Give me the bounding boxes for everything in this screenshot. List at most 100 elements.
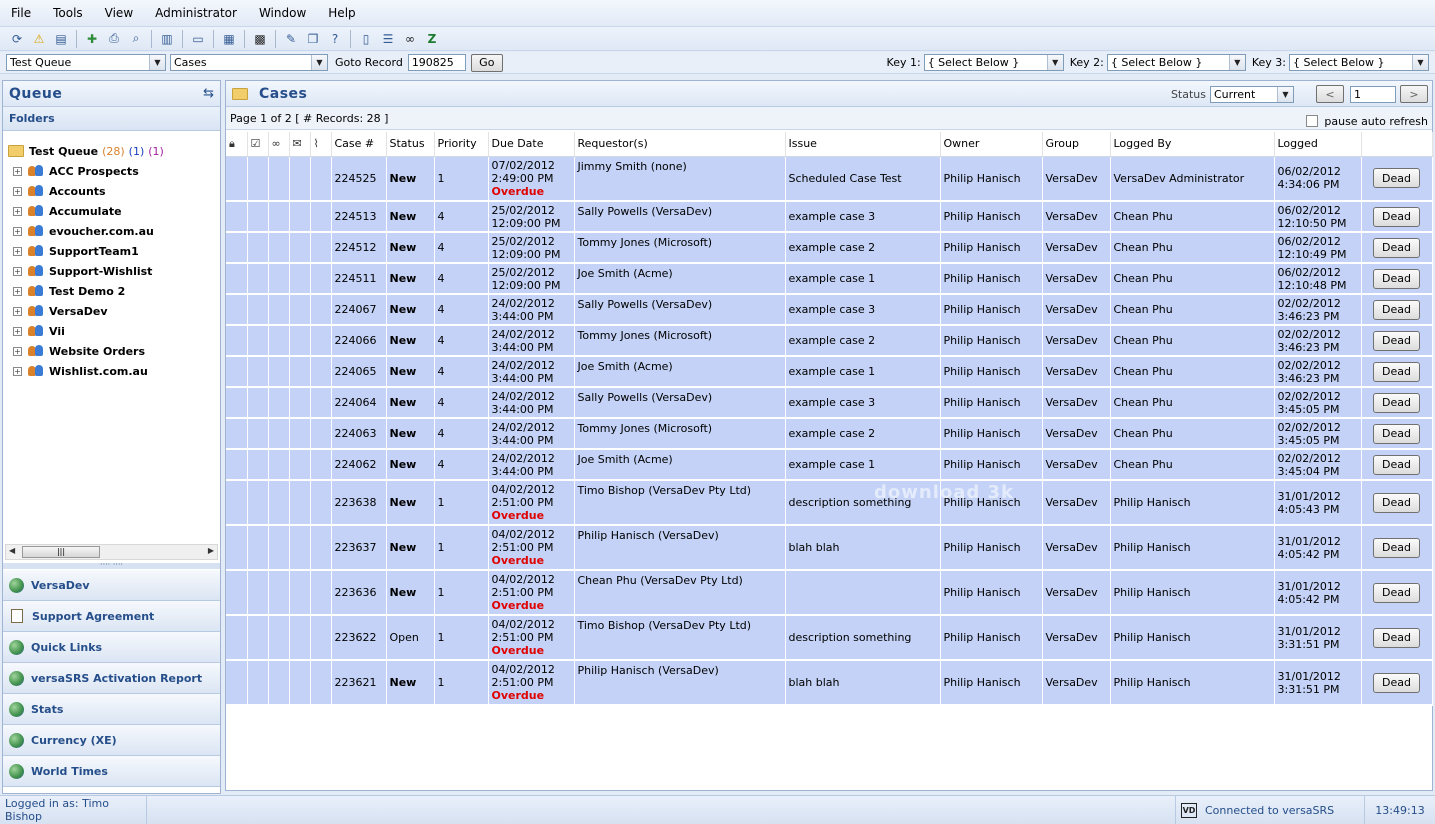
nav-button[interactable]: VersaDev <box>3 570 220 601</box>
nav-button[interactable]: Stats <box>3 694 220 725</box>
nav-button[interactable]: World Times <box>3 756 220 787</box>
print-preview-icon[interactable]: ⌕ <box>127 30 145 48</box>
table-row[interactable]: 224066 New 4 24/02/2012 3:44:00 PM Tommy Jone… <box>226 325 1433 357</box>
nav-button[interactable]: Support Agreement <box>3 601 220 632</box>
column-header-priority[interactable]: Priority <box>434 132 489 157</box>
case-number[interactable]: 223638 <box>331 480 387 526</box>
case-number[interactable]: 224065 <box>331 356 387 388</box>
print-icon[interactable]: ⎙ <box>105 30 123 48</box>
nav-button[interactable]: Currency (XE) <box>3 725 220 756</box>
column-header-owner[interactable]: Owner <box>940 132 1043 157</box>
grid-icon[interactable]: ▦ <box>220 30 238 48</box>
dead-button[interactable]: Dead <box>1373 330 1420 351</box>
tree-item[interactable]: + ACC Prospects <box>3 161 220 181</box>
expand-icon[interactable]: + <box>13 306 22 316</box>
add-case-icon[interactable]: ✚ <box>83 30 101 48</box>
table-row[interactable]: 224511 New 4 25/02/2012 12:09:00 PM Joe Smith… <box>226 263 1433 295</box>
document-icon[interactable]: ▤ <box>52 30 70 48</box>
table-row[interactable]: 224067 New 4 24/02/2012 3:44:00 PM Sally Powe… <box>226 294 1433 326</box>
dead-button[interactable]: Dead <box>1373 268 1420 289</box>
key3-select[interactable]: { Select Below } ▼ <box>1289 54 1429 71</box>
check-column-header[interactable]: ☑ <box>247 132 269 157</box>
expand-icon[interactable]: + <box>13 226 22 236</box>
case-number[interactable]: 224525 <box>331 156 387 202</box>
dead-button[interactable]: Dead <box>1373 627 1420 648</box>
list-icon[interactable]: ☰ <box>379 30 397 48</box>
dead-button[interactable]: Dead <box>1373 237 1420 258</box>
dead-button[interactable]: Dead <box>1373 582 1420 603</box>
dead-button[interactable]: Dead <box>1373 492 1420 513</box>
tree-root-test-queue[interactable]: Test Queue (28) (1) (1) <box>3 141 220 161</box>
panel-splitter[interactable]: ···· ···· <box>3 561 220 569</box>
pause-refresh-checkbox[interactable] <box>1306 115 1319 127</box>
table-row[interactable]: 224065 New 4 24/02/2012 3:44:00 PM Joe Smith … <box>226 356 1433 388</box>
excel-icon[interactable]: Z <box>423 30 441 48</box>
column-header-group[interactable]: Group <box>1042 132 1111 157</box>
chevron-down-icon[interactable]: ▼ <box>311 55 327 70</box>
expand-icon[interactable]: + <box>13 326 22 336</box>
menu-tools[interactable]: Tools <box>46 6 90 20</box>
expand-icon[interactable]: + <box>13 266 22 276</box>
column-header-case[interactable]: Case # <box>331 132 387 157</box>
column-header-due-date[interactable]: Due Date <box>488 132 575 157</box>
queue-select[interactable]: Test Queue ▼ <box>6 54 166 71</box>
case-number[interactable]: 224511 <box>331 263 387 295</box>
table-row[interactable]: 223636 New 1 04/02/2012 2:51:00 PM Overdue Che… <box>226 570 1433 616</box>
tree-item[interactable]: + Support-Wishlist <box>3 261 220 281</box>
expand-icon[interactable]: + <box>13 166 22 176</box>
book-icon[interactable]: ▥ <box>158 30 176 48</box>
dead-button[interactable]: Dead <box>1373 454 1420 475</box>
column-header-requestor[interactable]: Requestor(s) <box>574 132 786 157</box>
folders-header[interactable]: Folders <box>3 107 220 131</box>
expand-icon[interactable]: + <box>13 186 22 196</box>
tree-item[interactable]: + VersaDev <box>3 301 220 321</box>
column-header-status[interactable]: Status <box>386 132 435 157</box>
chevron-down-icon[interactable]: ▼ <box>1412 55 1428 70</box>
dead-button[interactable]: Dead <box>1373 168 1420 189</box>
menu-view[interactable]: View <box>98 6 140 20</box>
table-row[interactable]: 223638 New 1 04/02/2012 2:51:00 PM Overdue Tim… <box>226 480 1433 526</box>
case-number[interactable]: 224064 <box>331 387 387 419</box>
tree-item[interactable]: + Vii <box>3 321 220 341</box>
dead-button[interactable]: Dead <box>1373 537 1420 558</box>
scroll-left-icon[interactable]: ◀ <box>9 546 15 555</box>
menu-help[interactable]: Help <box>321 6 362 20</box>
chevron-down-icon[interactable]: ▼ <box>1046 55 1063 70</box>
type-select[interactable]: Cases ▼ <box>170 54 328 71</box>
menu-file[interactable]: File <box>4 6 38 20</box>
table-row[interactable]: 224525 New 1 07/02/2012 2:49:00 PM Overdue Jim… <box>226 156 1433 202</box>
dead-button[interactable]: Dead <box>1373 423 1420 444</box>
scroll-right-icon[interactable]: ▶ <box>208 546 214 555</box>
chevron-down-icon[interactable]: ▼ <box>149 55 165 70</box>
edit-icon[interactable]: ✎ <box>282 30 300 48</box>
attachment-column-header[interactable]: ⌇ <box>310 132 332 157</box>
case-number[interactable]: 223637 <box>331 525 387 571</box>
menu-administrator[interactable]: Administrator <box>148 6 244 20</box>
column-header-logged[interactable]: Logged <box>1274 132 1362 157</box>
case-number[interactable]: 223636 <box>331 570 387 616</box>
email-column-header[interactable]: ✉ <box>289 132 311 157</box>
case-number[interactable]: 224513 <box>331 201 387 233</box>
expand-icon[interactable]: + <box>13 346 22 356</box>
scrollbar-thumb[interactable]: ||| <box>22 546 100 558</box>
dead-button[interactable]: Dead <box>1373 672 1420 693</box>
expand-icon[interactable]: + <box>13 286 22 296</box>
chevron-down-icon[interactable]: ▼ <box>1228 55 1245 70</box>
case-number[interactable]: 223622 <box>331 615 387 661</box>
tree-item[interactable]: + Website Orders <box>3 341 220 361</box>
tree-horizontal-scrollbar[interactable]: ◀ ||| ▶ <box>5 544 218 560</box>
case-number[interactable]: 224062 <box>331 449 387 481</box>
table-row[interactable]: 223621 New 1 04/02/2012 2:51:00 PM Overdue Phi… <box>226 660 1433 706</box>
pause-refresh[interactable]: pause auto refresh <box>1306 109 1428 128</box>
key2-select[interactable]: { Select Below } ▼ <box>1106 54 1246 71</box>
lock-column-header[interactable]: 🔒︎ <box>226 132 248 157</box>
table-row[interactable]: 223637 New 1 04/02/2012 2:51:00 PM Overdue Phi… <box>226 525 1433 571</box>
dead-button[interactable]: Dead <box>1373 392 1420 413</box>
case-number[interactable]: 224063 <box>331 418 387 450</box>
prev-page-button[interactable]: < <box>1316 85 1344 103</box>
tree-item[interactable]: + Accounts <box>3 181 220 201</box>
case-number[interactable]: 223621 <box>331 660 387 706</box>
table-row[interactable]: 223622 Open 1 04/02/2012 2:51:00 PM Overdue Ti… <box>226 615 1433 661</box>
expand-icon[interactable]: + <box>13 366 22 376</box>
table-row[interactable]: 224512 New 4 25/02/2012 12:09:00 PM Tommy Jon… <box>226 232 1433 264</box>
